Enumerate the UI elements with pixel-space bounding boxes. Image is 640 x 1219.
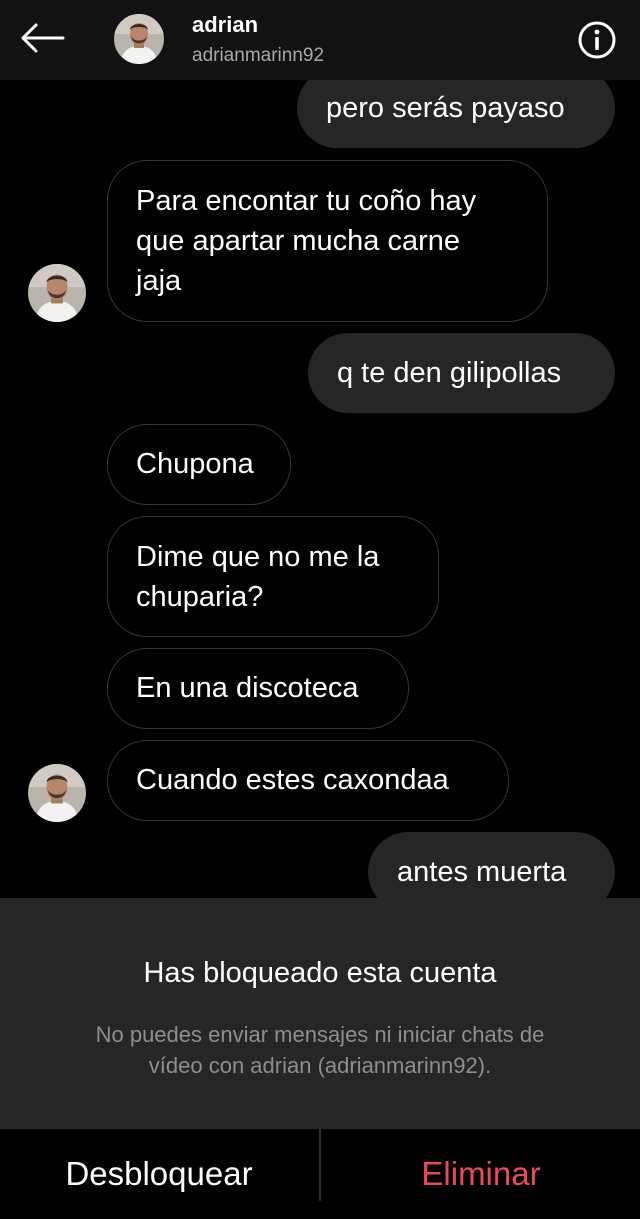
message-sent[interactable]: antes muerta (368, 832, 615, 898)
arrow-left-icon (21, 23, 65, 53)
avatar[interactable] (28, 764, 86, 822)
message-received[interactable]: Cuando estes caxondaa (107, 740, 509, 821)
avatar[interactable] (114, 14, 164, 64)
unblock-button[interactable]: Desbloquear (0, 1129, 318, 1219)
blocked-notice: Has bloqueado esta cuenta No puedes envi… (0, 898, 640, 1128)
blocked-title: Has bloqueado esta cuenta (143, 957, 497, 989)
message-received[interactable]: Dime que no me la chuparia? (107, 516, 439, 637)
contact-username[interactable]: adrianmarinn92 (192, 44, 324, 68)
message-sent[interactable]: pero serás payaso (297, 80, 615, 148)
back-button[interactable] (14, 14, 70, 62)
info-button[interactable] (574, 17, 620, 63)
contact-name[interactable]: adrian (192, 12, 258, 38)
blocked-description: No puedes enviar mensajes ni iniciar cha… (95, 1022, 545, 1078)
action-bar: Desbloquear Eliminar (0, 1128, 640, 1201)
info-circle-icon (578, 21, 616, 59)
chat-header: adrian adrianmarinn92 (0, 0, 640, 81)
message-thread[interactable]: pero serás payaso Para encontar tu coño … (0, 80, 640, 898)
avatar[interactable] (28, 264, 86, 322)
message-sent[interactable]: q te den gilipollas (308, 333, 615, 413)
message-received[interactable]: Chupona (107, 424, 291, 505)
divider (319, 1129, 321, 1201)
delete-button[interactable]: Eliminar (322, 1129, 640, 1219)
message-received[interactable]: Para encontar tu coño hay que apartar mu… (107, 160, 548, 322)
message-received[interactable]: En una discoteca (107, 648, 409, 729)
